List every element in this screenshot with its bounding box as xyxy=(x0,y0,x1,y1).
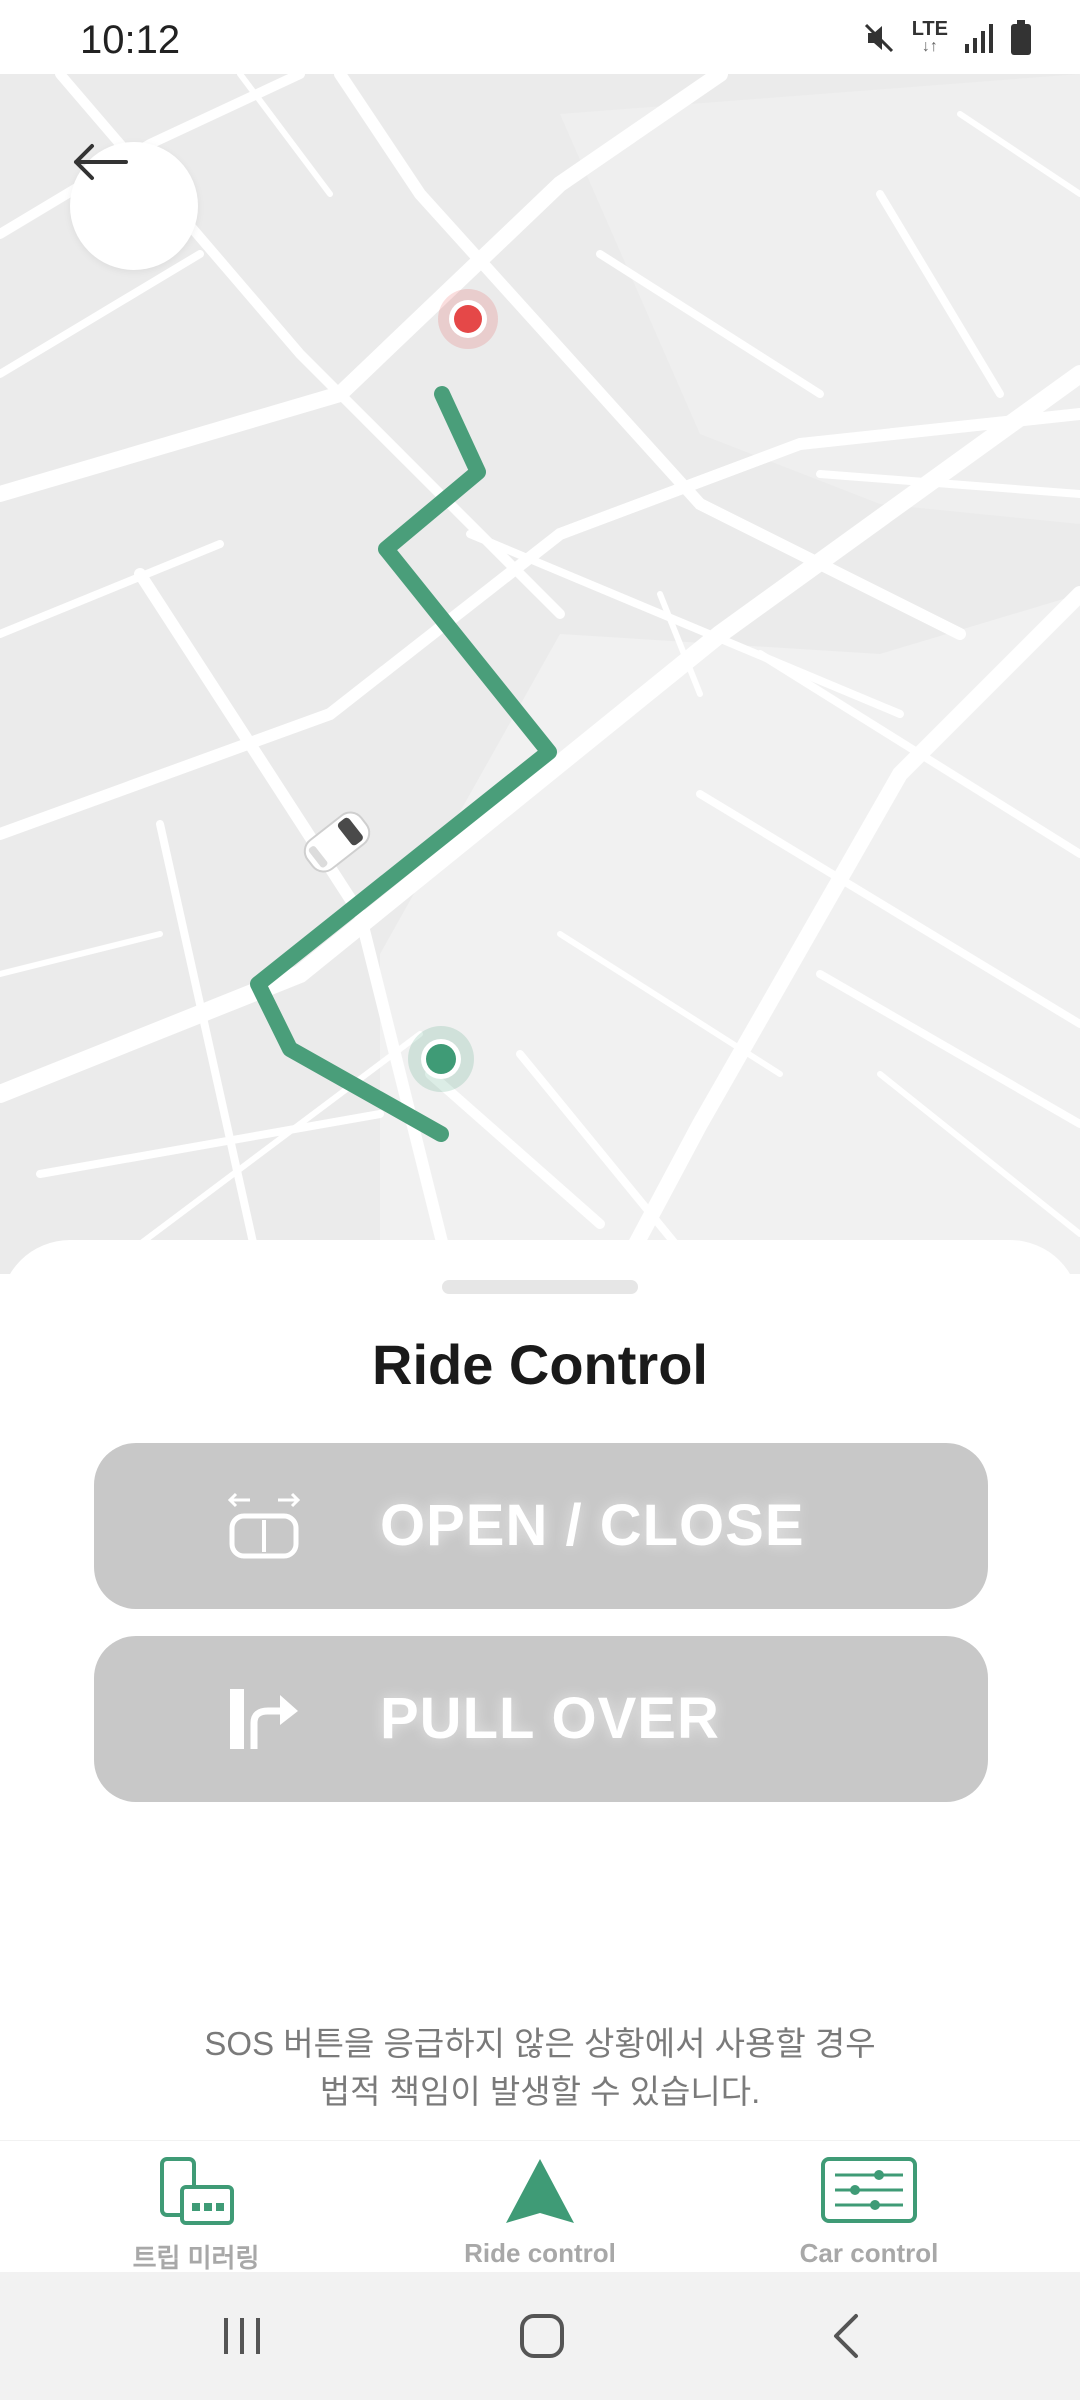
lte-data-icon: LTE ↓↑ xyxy=(911,18,948,55)
pull-over-label: PULL OVER xyxy=(380,1686,720,1751)
navigation-arrow-icon xyxy=(390,2155,690,2232)
nav-label-ride-control: Ride control xyxy=(464,2238,616,2268)
back-icon[interactable] xyxy=(818,2306,878,2366)
ride-control-sheet: Ride Control OPEN / CLOSE PULL OVER SOS … xyxy=(0,1240,1080,2140)
open-close-label: OPEN / CLOSE xyxy=(380,1493,805,1558)
sos-notice: SOS 버튼을 응급하지 않은 상황에서 사용할 경우 법적 책임이 발생할 수… xyxy=(0,2020,1080,2116)
recent-apps-icon[interactable] xyxy=(212,2306,272,2366)
home-icon[interactable] xyxy=(512,2306,572,2366)
nav-label-car-control: Car control xyxy=(799,2238,939,2268)
nav-item-trip-mirroring[interactable]: 트립 미러링 xyxy=(46,2155,346,2275)
sos-notice-line-2: 법적 책임이 발생할 수 있습니다. xyxy=(319,2073,761,2110)
nav-item-ride-control[interactable]: Ride control xyxy=(390,2155,690,2269)
mute-icon xyxy=(862,21,896,55)
destination-pin-icon xyxy=(438,289,498,349)
pull-over-button[interactable]: PULL OVER xyxy=(94,1636,988,1802)
bottom-navigation: 트립 미러링 Ride control Car control xyxy=(0,2140,1080,2275)
pull-over-icon xyxy=(224,1679,304,1759)
route-map[interactable] xyxy=(0,74,1080,1274)
nav-item-car-control[interactable]: Car control xyxy=(719,2155,1019,2269)
sos-notice-line-1: SOS 버튼을 응급하지 않은 상황에서 사용할 경우 xyxy=(204,2025,876,2062)
trip-mirroring-icon xyxy=(46,2155,346,2232)
back-button[interactable] xyxy=(70,142,198,270)
battery-icon xyxy=(1010,20,1032,56)
open-close-door-button[interactable]: OPEN / CLOSE xyxy=(94,1443,988,1609)
status-time: 10:12 xyxy=(80,18,181,62)
sheet-title: Ride Control xyxy=(372,1333,708,1396)
sheet-drag-handle[interactable] xyxy=(442,1280,638,1294)
status-icons: LTE ↓↑ xyxy=(862,18,1032,56)
nav-label-trip-mirroring: 트립 미러링 xyxy=(132,2243,260,2273)
signal-icon xyxy=(964,22,994,54)
status-bar: 10:12 LTE ↓↑ xyxy=(0,0,1080,74)
door-open-close-icon xyxy=(224,1486,304,1566)
system-navigation-bar xyxy=(0,2272,1080,2400)
origin-pin-icon xyxy=(408,1026,474,1092)
sliders-icon xyxy=(719,2155,1019,2232)
